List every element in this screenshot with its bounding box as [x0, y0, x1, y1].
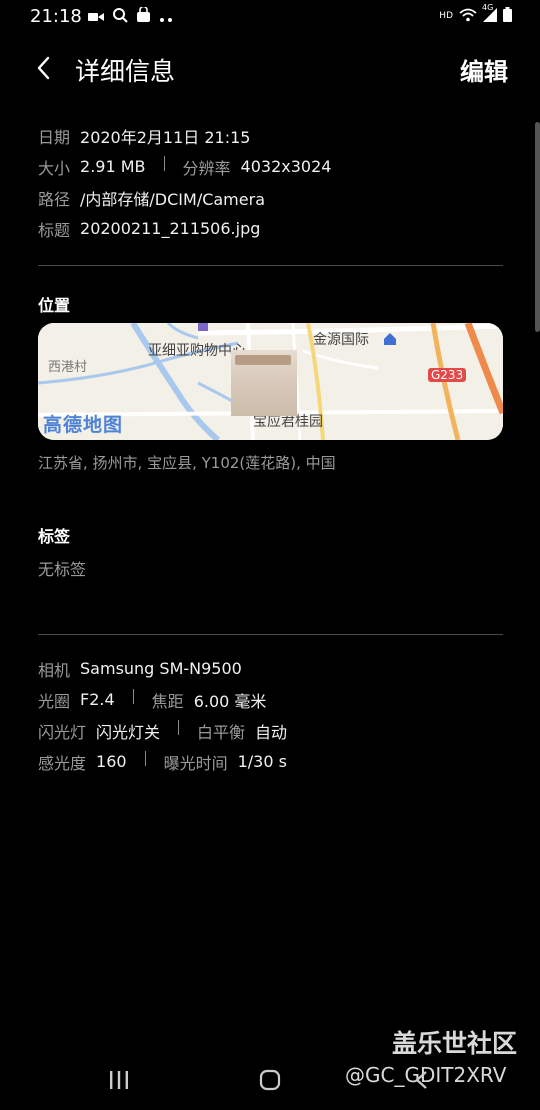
map-label-jinyuan: 金源国际: [313, 332, 369, 348]
path-row: 路径 /内部存储/DCIM/Camera: [38, 182, 331, 213]
home-button[interactable]: [259, 1069, 281, 1095]
separator: [132, 689, 134, 704]
date-row: 日期 2020年2月11日 21:15: [38, 120, 331, 151]
flash-row: 闪光灯 闪光灯关 白平衡 自动: [38, 715, 287, 746]
camera-value: Samsung SM-N9500: [80, 659, 242, 678]
size-label: 大小: [38, 158, 71, 178]
wb-label: 白平衡: [197, 722, 246, 742]
filename-row: 标题 20200211_211506.jpg: [38, 213, 331, 244]
file-details: 日期 2020年2月11日 21:15 大小 2.91 MB 分辨率 4032x…: [38, 120, 331, 244]
tags-value[interactable]: 无标签: [38, 556, 86, 580]
edit-button[interactable]: 编辑: [460, 52, 508, 87]
wb-value: 自动: [255, 722, 288, 742]
hd-icon: HD: [439, 11, 453, 21]
aperture-label: 光圈: [38, 691, 71, 711]
signal-4g-icon: 4G: [482, 3, 497, 25]
tags-section-title: 标签: [38, 527, 71, 546]
divider: [38, 265, 503, 266]
exposure-value: 1/30 s: [237, 752, 287, 771]
location-address: 江苏省, 扬州市, 宝应县, Y102(莲花路), 中国: [38, 454, 336, 472]
scroll-indicator: [535, 122, 540, 332]
nav-back-icon: [415, 1071, 427, 1089]
map-provider-logo: 高德地图: [43, 414, 124, 436]
location-map[interactable]: 亚细亚购物中心 金源国际 西港村 宝应君桂园 G233 高德地图: [38, 323, 503, 440]
search-icon: [112, 7, 128, 27]
iso-label: 感光度: [38, 753, 87, 773]
resolution-label: 分辨率: [182, 158, 231, 178]
iso-row: 感光度 160 曝光时间 1/30 s: [38, 746, 287, 777]
chevron-left-icon: [37, 56, 50, 80]
iso-value: 160: [96, 752, 127, 771]
page-title: 详细信息: [75, 57, 176, 86]
status-time: 21:18: [30, 6, 82, 27]
flash-label: 闪光灯: [38, 722, 87, 742]
more-dots-icon: [159, 8, 173, 27]
navigation-bar: [0, 1050, 540, 1110]
back-button[interactable]: [30, 52, 62, 84]
wifi-icon: [459, 8, 477, 25]
home-icon: [259, 1069, 281, 1091]
battery-icon: [503, 7, 512, 25]
focal-label: 焦距: [151, 691, 184, 711]
path-value: /内部存储/DCIM/Camera: [80, 189, 265, 209]
separator: [178, 720, 180, 735]
filename-label: 标题: [38, 220, 71, 240]
thumbnail-object: [235, 355, 291, 365]
divider: [38, 634, 503, 635]
recent-apps-button[interactable]: [108, 1070, 130, 1094]
header: 详细信息 编辑: [0, 42, 540, 94]
aperture-value: F2.4: [80, 690, 115, 709]
size-value: 2.91 MB: [80, 157, 146, 176]
filename-value: 20200211_211506.jpg: [80, 219, 261, 238]
date-label: 日期: [38, 127, 71, 147]
aperture-row: 光圈 F2.4 焦距 6.00 毫米: [38, 684, 287, 715]
camera-label: 相机: [38, 660, 71, 680]
camera-details: 相机 Samsung SM-N9500 光圈 F2.4 焦距 6.00 毫米 闪…: [38, 653, 287, 777]
recent-apps-icon: [110, 1071, 128, 1089]
separator: [163, 156, 165, 171]
video-icon: [88, 8, 104, 27]
size-row: 大小 2.91 MB 分辨率 4032x3024: [38, 151, 331, 182]
photo-thumbnail: [231, 350, 297, 416]
focal-value: 6.00 毫米: [193, 691, 267, 711]
resolution-value: 4032x3024: [240, 157, 332, 176]
flash-value: 闪光灯关: [96, 722, 161, 742]
camera-row: 相机 Samsung SM-N9500: [38, 653, 287, 684]
status-bar: 21:18 HD 4G: [0, 0, 540, 34]
location-section-title: 位置: [38, 296, 71, 315]
date-value: 2020年2月11日 21:15: [80, 127, 251, 147]
shopping-bag-icon: [136, 5, 151, 27]
exposure-label: 曝光时间: [163, 753, 228, 773]
path-label: 路径: [38, 189, 71, 209]
nav-back-button[interactable]: [411, 1070, 433, 1094]
network-type-label: 4G: [482, 2, 494, 12]
separator: [144, 751, 146, 766]
road-badge: G233: [428, 368, 467, 382]
map-label-xigang: 西港村: [48, 360, 88, 375]
